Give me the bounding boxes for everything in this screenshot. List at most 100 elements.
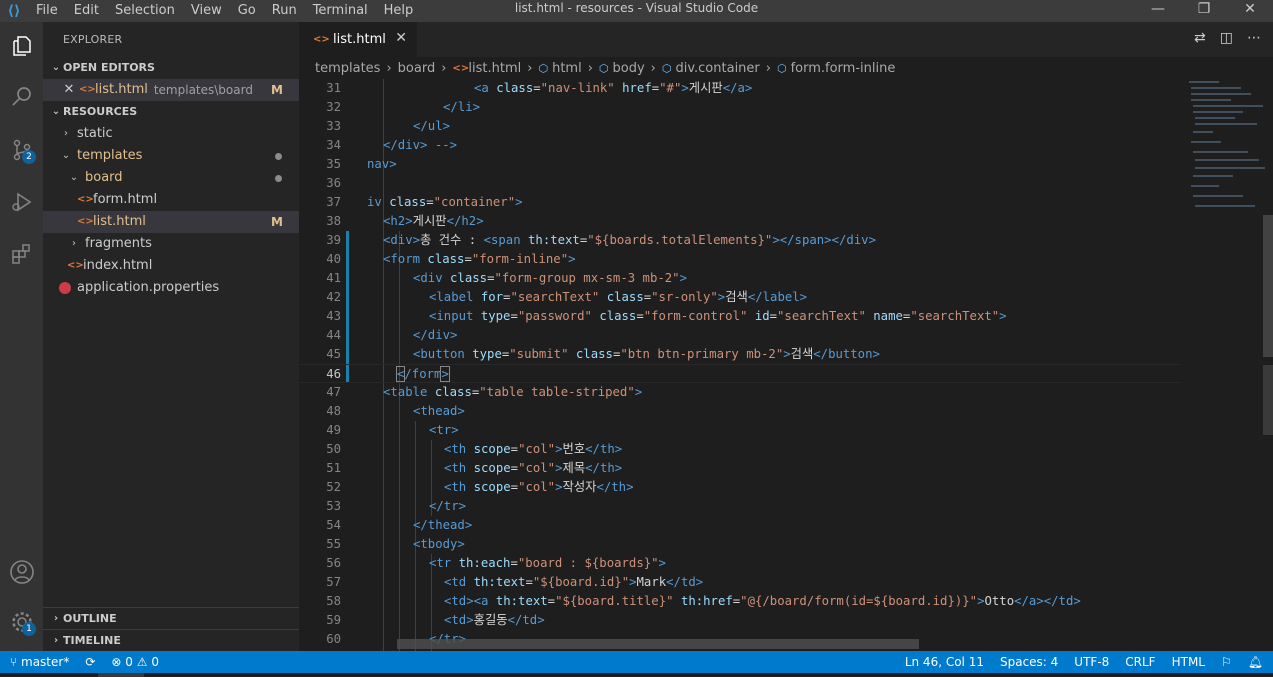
code-line-31: <a class="nav-link" href="#">게시판</a> xyxy=(474,81,753,95)
timeline-panel-header[interactable]: › TIMELINE xyxy=(43,629,299,652)
menu-go[interactable]: Go xyxy=(230,0,264,22)
line-number: 55 xyxy=(326,537,341,551)
breadcrumb-form[interactable]: form.form-inline xyxy=(791,61,896,76)
line-number: 53 xyxy=(326,499,341,513)
code-line-47: <table class="table table-striped"> xyxy=(383,385,643,399)
tab-list-html[interactable]: <> list.html ✕ xyxy=(299,22,417,57)
tree-item-templates[interactable]: ⌄ templates xyxy=(43,145,299,167)
explorer-title: EXPLORER xyxy=(63,33,123,46)
manage-badge: 1 xyxy=(22,622,36,636)
code-line-45: <button type="submit" class="btn btn-pri… xyxy=(413,347,880,361)
minimize-button[interactable]: — xyxy=(1135,0,1181,22)
maximize-button[interactable]: ❐ xyxy=(1181,0,1227,22)
tree-item-list-html[interactable]: <> list.html M xyxy=(43,211,299,233)
chevron-right-icon: › xyxy=(64,128,68,139)
branch-indicator[interactable]: ⑂ master* xyxy=(10,655,69,669)
chevron-right-icon: › xyxy=(386,60,392,76)
tree-item-fragments[interactable]: › fragments xyxy=(43,233,299,255)
problems-indicator[interactable]: ⊗ 0 ⚠ 0 xyxy=(111,655,159,669)
breadcrumb-container[interactable]: div.container xyxy=(675,61,759,76)
run-debug-icon[interactable] xyxy=(0,182,43,222)
menu-selection[interactable]: Selection xyxy=(107,0,183,22)
search-icon[interactable] xyxy=(0,76,43,116)
close-window-button[interactable]: ✕ xyxy=(1227,0,1273,22)
warning-icon: ⚠ xyxy=(136,655,148,669)
element-cube-icon: ⬡ xyxy=(598,61,609,75)
resources-label: RESOURCES xyxy=(63,105,138,118)
tree-item-static[interactable]: › static xyxy=(43,123,299,145)
sync-icon[interactable]: ⟳ xyxy=(85,655,95,669)
language-mode[interactable]: HTML xyxy=(1172,655,1205,669)
extensions-icon[interactable] xyxy=(0,234,43,274)
minimap-line xyxy=(1189,81,1219,83)
menu-view[interactable]: View xyxy=(183,0,230,22)
chevron-right-icon: › xyxy=(765,60,771,76)
line-number: 48 xyxy=(326,404,341,418)
chevron-right-icon: › xyxy=(72,238,76,249)
vertical-scrollbar[interactable] xyxy=(1263,365,1273,435)
git-branch-icon: ⑂ xyxy=(10,655,22,669)
tree-item-board[interactable]: ⌄ board xyxy=(43,167,299,189)
minimap-line xyxy=(1193,195,1243,197)
menu-help[interactable]: Help xyxy=(376,0,422,22)
activity-bar: 2 1 xyxy=(0,22,43,651)
close-editor-icon[interactable]: ✕ xyxy=(59,79,79,101)
minimap-line xyxy=(1193,175,1233,177)
open-editors-header[interactable]: ⌄ OPEN EDITORS xyxy=(43,57,299,79)
menu-edit[interactable]: Edit xyxy=(66,0,107,22)
html-file-icon: <> xyxy=(67,260,84,271)
indentation[interactable]: Spaces: 4 xyxy=(1000,655,1058,669)
open-changes-icon[interactable]: ⇄ xyxy=(1194,30,1206,46)
html-file-icon: <> xyxy=(77,216,94,227)
resources-header[interactable]: ⌄ RESOURCES xyxy=(43,101,299,123)
encoding[interactable]: UTF-8 xyxy=(1074,655,1109,669)
element-cube-icon: ⬡ xyxy=(661,61,672,75)
line-number: 56 xyxy=(326,556,341,570)
minimap-line xyxy=(1193,151,1248,153)
breadcrumb-html[interactable]: html xyxy=(552,61,582,76)
horizontal-scrollbar[interactable] xyxy=(397,639,919,649)
open-editor-item-list[interactable]: ✕ <> list.html templates\board M xyxy=(43,79,299,101)
code-line-54: </thead> xyxy=(413,518,473,532)
manage-gear-icon[interactable]: 1 xyxy=(0,602,43,642)
breadcrumb-file[interactable]: list.html xyxy=(468,61,521,76)
more-actions-icon[interactable]: ⋯ xyxy=(1247,30,1261,46)
tree-item-form-html[interactable]: <> form.html xyxy=(43,189,299,211)
end-of-line[interactable]: CRLF xyxy=(1125,655,1155,669)
explorer-sidebar: EXPLORER ⌄ OPEN EDITORS ✕ <> list.html t… xyxy=(43,22,299,651)
chevron-right-icon: › xyxy=(441,60,447,76)
code-line-51: <th scope="col">제목</th> xyxy=(444,461,623,475)
minimap[interactable] xyxy=(1181,79,1273,651)
minimap-scroll-slider[interactable] xyxy=(1263,215,1273,357)
tree-label: form.html xyxy=(93,192,158,207)
source-control-icon[interactable]: 2 xyxy=(0,130,43,170)
line-number: 58 xyxy=(326,594,341,608)
line-number: 57 xyxy=(326,575,341,589)
title-bar: ⟨⟩ File Edit Selection View Go Run Termi… xyxy=(0,0,1273,22)
split-editor-icon[interactable]: ◫ xyxy=(1220,30,1233,46)
menu-terminal[interactable]: Terminal xyxy=(305,0,376,22)
line-number: 46 xyxy=(326,367,341,381)
notifications-bell-icon[interactable]: 🔔︎ xyxy=(1248,655,1263,669)
tree-item-index-html[interactable]: <> index.html xyxy=(43,255,299,277)
outline-panel-header[interactable]: › OUTLINE xyxy=(43,607,299,630)
breadcrumb-templates[interactable]: templates xyxy=(315,61,380,76)
explorer-icon[interactable] xyxy=(0,26,43,66)
menu-run[interactable]: Run xyxy=(264,0,305,22)
line-number: 34 xyxy=(326,138,341,152)
breadcrumb-board[interactable]: board xyxy=(398,61,436,76)
open-editor-path: templates\board xyxy=(153,83,253,97)
close-tab-icon[interactable]: ✕ xyxy=(395,30,407,46)
outline-label: OUTLINE xyxy=(63,612,117,625)
code-line-48: <thead> xyxy=(413,404,465,418)
line-number: 52 xyxy=(326,480,341,494)
cursor-position[interactable]: Ln 46, Col 11 xyxy=(905,655,984,669)
breadcrumb-body[interactable]: body xyxy=(613,61,645,76)
accounts-icon[interactable] xyxy=(0,552,43,592)
chevron-right-icon: › xyxy=(53,613,59,624)
tree-item-application-properties[interactable]: application.properties xyxy=(43,277,299,299)
modified-dot xyxy=(275,153,282,160)
feedback-icon[interactable]: ⚐ xyxy=(1221,655,1232,669)
code-editor[interactable]: 31 <a class="nav-link" href="#">게시판</a> 3… xyxy=(299,79,1181,651)
menu-file[interactable]: File xyxy=(28,0,66,22)
